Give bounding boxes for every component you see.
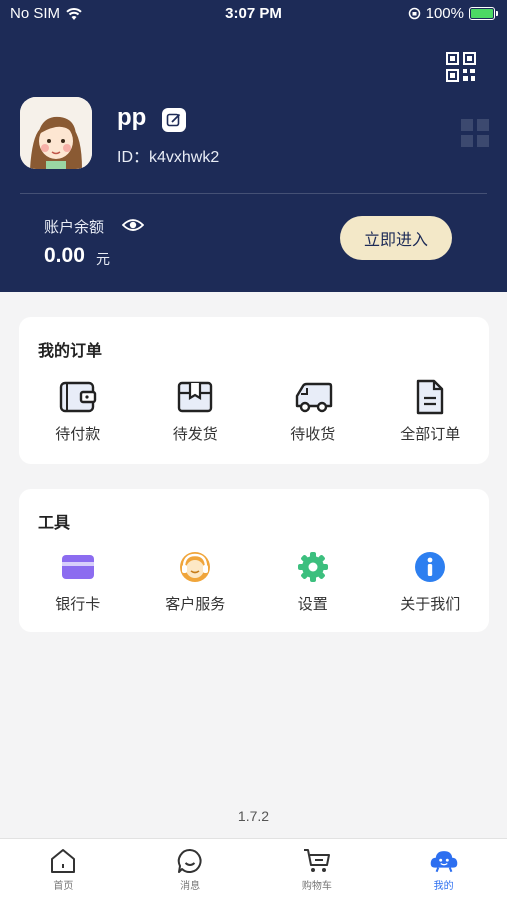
- qr-code-icon[interactable]: [446, 52, 476, 82]
- customer-service-icon: [175, 547, 215, 587]
- tab-messages[interactable]: 消息: [127, 839, 254, 900]
- balance-label: 账户余额: [44, 218, 105, 236]
- message-icon: [176, 847, 204, 875]
- tab-messages-label: 消息: [180, 881, 201, 892]
- enter-now-button[interactable]: 立即进入: [340, 216, 452, 260]
- orientation-lock-icon: [408, 7, 420, 20]
- truck-icon: [293, 377, 333, 417]
- avatar[interactable]: [20, 97, 92, 169]
- order-all-label: 全部订单: [400, 425, 461, 443]
- package-icon: [175, 377, 215, 417]
- document-icon: [410, 377, 450, 417]
- tab-home-label: 首页: [53, 881, 74, 892]
- tab-profile[interactable]: 我的: [380, 839, 507, 900]
- balance-value: 0.00: [44, 244, 85, 267]
- battery-percent: 100%: [425, 5, 464, 22]
- cart-icon: [303, 847, 331, 875]
- tool-about-us-label: 关于我们: [400, 595, 461, 613]
- tab-profile-label: 我的: [433, 881, 454, 892]
- order-pending-payment-label: 待付款: [55, 425, 101, 443]
- order-pending-shipment[interactable]: 待发货: [137, 377, 255, 444]
- tool-about-us[interactable]: 关于我们: [372, 547, 490, 614]
- edit-icon: [166, 113, 181, 127]
- order-all[interactable]: 全部订单: [372, 377, 490, 444]
- tool-bank-card[interactable]: 银行卡: [19, 547, 137, 614]
- order-pending-payment[interactable]: 待付款: [19, 377, 137, 444]
- tool-customer-service[interactable]: 客户服务: [137, 547, 255, 614]
- tab-cart-label: 购物车: [301, 881, 332, 892]
- tools-card: 工具 银行卡 客户服务 设置 关于我们: [19, 489, 489, 632]
- avatar-illustration: [20, 97, 92, 169]
- wallet-icon: [58, 377, 98, 417]
- header-divider: [20, 193, 487, 194]
- user-id: ID：k4vxhwk2: [117, 149, 220, 166]
- balance-unit: 元: [96, 252, 110, 268]
- tab-cart[interactable]: 购物车: [254, 839, 381, 900]
- my-orders-card: 我的订单 待付款 待发货 待收货 全部订单: [19, 317, 489, 464]
- edit-profile-button[interactable]: [162, 108, 186, 132]
- status-bar: No SIM 3:07 PM 100%: [0, 0, 507, 28]
- order-pending-shipment-label: 待发货: [172, 425, 218, 443]
- eye-icon[interactable]: [122, 216, 144, 234]
- tool-settings[interactable]: 设置: [254, 547, 372, 614]
- tool-bank-card-label: 银行卡: [55, 595, 101, 613]
- tool-customer-service-label: 客户服务: [165, 595, 226, 613]
- battery-icon: [469, 7, 498, 20]
- bottom-tab-bar: 首页 消息 购物车 我的: [0, 838, 507, 900]
- order-pending-receipt[interactable]: 待收货: [254, 377, 372, 444]
- profile-header: No SIM 3:07 PM 100% pp ID：k4vxhwk2 账户余额 …: [0, 0, 507, 292]
- tools-title: 工具: [38, 513, 71, 532]
- bank-card-icon: [58, 547, 98, 587]
- tool-settings-label: 设置: [297, 595, 328, 613]
- gear-icon: [293, 547, 333, 587]
- info-icon: [410, 547, 450, 587]
- profile-icon: [430, 847, 458, 875]
- my-orders-title: 我的订单: [38, 341, 103, 360]
- app-version: 1.7.2: [237, 808, 270, 824]
- home-icon: [49, 847, 77, 875]
- tab-home[interactable]: 首页: [0, 839, 127, 900]
- order-pending-receipt-label: 待收货: [290, 425, 336, 443]
- faded-qr-icon: [461, 119, 489, 147]
- username: pp: [117, 104, 147, 131]
